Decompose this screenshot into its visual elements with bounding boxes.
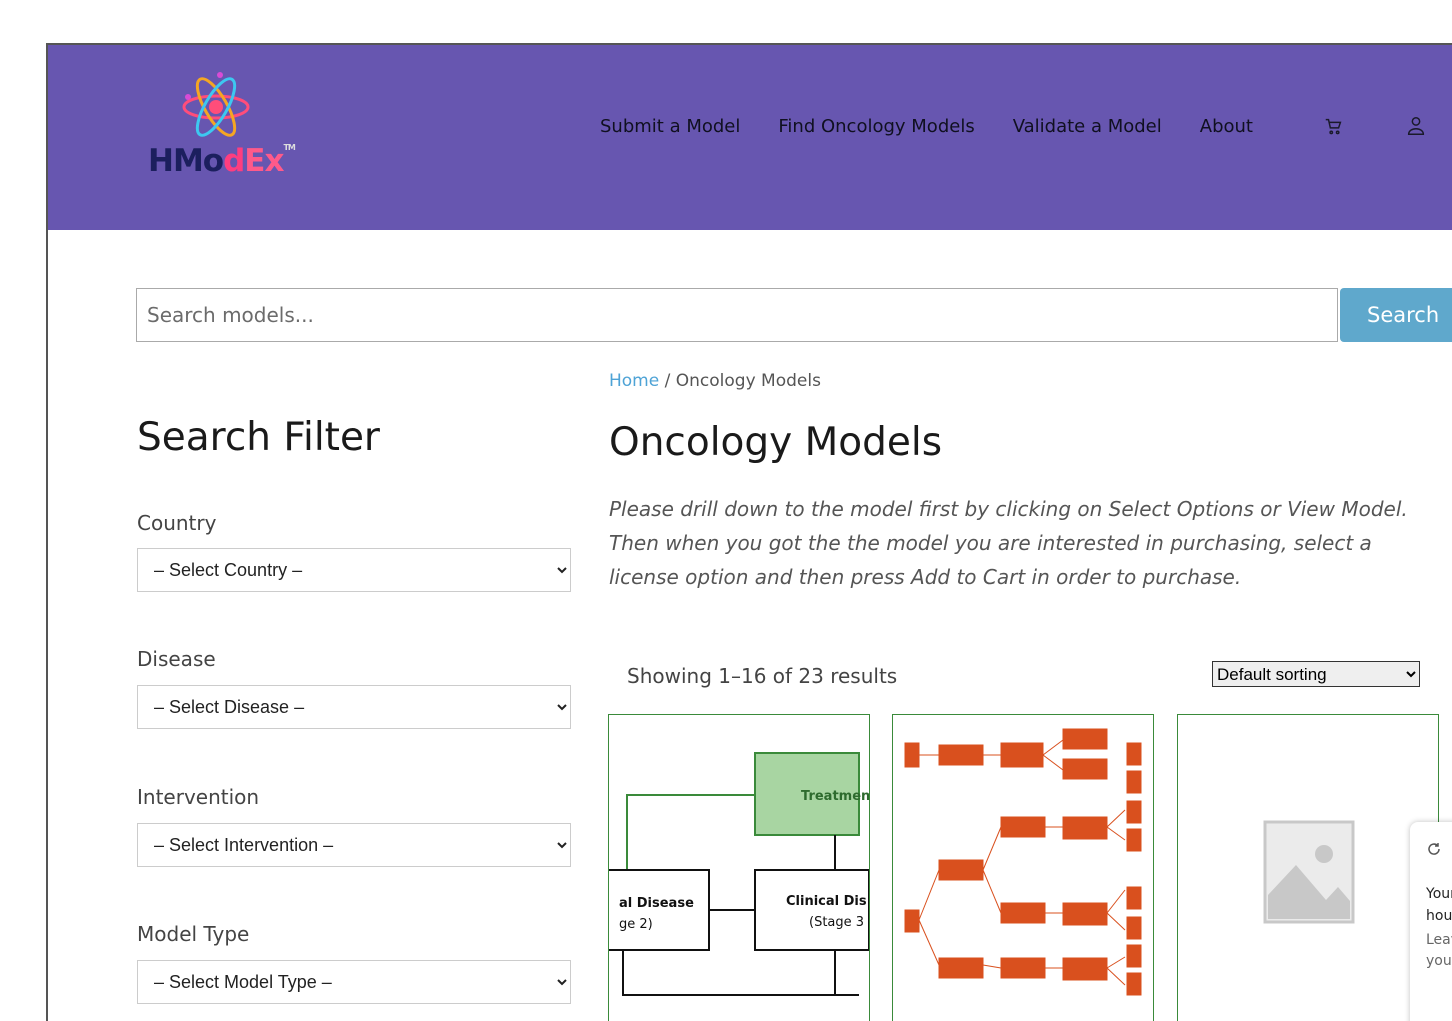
breadcrumb-current: Oncology Models [675,371,821,391]
disease-select[interactable]: – Select Disease – [137,685,571,729]
stage3-label: (Stage 3 [809,915,864,930]
popup-text-1: Your [1426,886,1452,902]
disease-label: Disease [137,647,216,671]
logo-wordmark: HModExTM [148,143,296,179]
site-logo[interactable]: HModExTM [148,65,298,195]
user-icon[interactable] [1405,115,1427,137]
model-type-select[interactable]: – Select Model Type – [137,960,571,1004]
refresh-icon[interactable] [1426,841,1442,857]
intervention-label: Intervention [137,785,260,809]
nav-about[interactable]: About [1200,116,1253,137]
product-card-1[interactable]: Treatmen al Disease ge 2) Clinical Dis (… [608,714,870,1021]
search-input[interactable] [136,288,1338,342]
popup-text-2: hou [1426,908,1452,924]
disease-stage2-label: al Disease [619,896,694,911]
nav-find-oncology-models[interactable]: Find Oncology Models [778,116,974,137]
breadcrumb: Home / Oncology Models [609,371,821,391]
product-card-3[interactable] [1177,714,1439,1021]
model-type-label: Model Type [137,922,250,946]
sort-select[interactable]: Default sorting [1212,661,1420,687]
breadcrumb-home-link[interactable]: Home [609,371,659,391]
site-header: HModExTM Submit a Model Find Oncology Mo… [48,45,1452,230]
result-count: Showing 1–16 of 23 results [627,664,898,688]
cart-icon[interactable] [1323,115,1345,137]
search-button[interactable]: Search [1340,288,1452,342]
product-card-2[interactable] [892,714,1154,1021]
country-select[interactable]: – Select Country – [137,548,571,592]
page-title: Oncology Models [609,420,943,465]
page-frame: HModExTM Submit a Model Find Oncology Mo… [46,43,1452,1021]
disease-stage3-label: Clinical Dis [786,894,867,909]
treatment-label: Treatmen [801,789,869,804]
country-label: Country [137,511,217,535]
model-thumbnail-decision-tree [904,728,1142,996]
stage2-label: ge 2) [619,917,653,932]
nav-submit-model[interactable]: Submit a Model [600,116,740,137]
intro-text: Please drill down to the model first by … [609,497,1408,589]
popup-text-3: Leav [1426,932,1452,948]
popup-text-4: your [1426,953,1452,969]
intervention-select[interactable]: – Select Intervention – [137,823,571,867]
chat-popup[interactable]: Your hou Leav your [1410,822,1452,1021]
main-nav: Submit a Model Find Oncology Models Vali… [600,115,1427,137]
model-thumbnail-diagram: Treatmen al Disease ge 2) Clinical Dis (… [609,752,869,996]
filter-title: Search Filter [137,415,380,460]
image-placeholder-icon [1263,820,1355,924]
nav-validate-model[interactable]: Validate a Model [1013,116,1162,137]
